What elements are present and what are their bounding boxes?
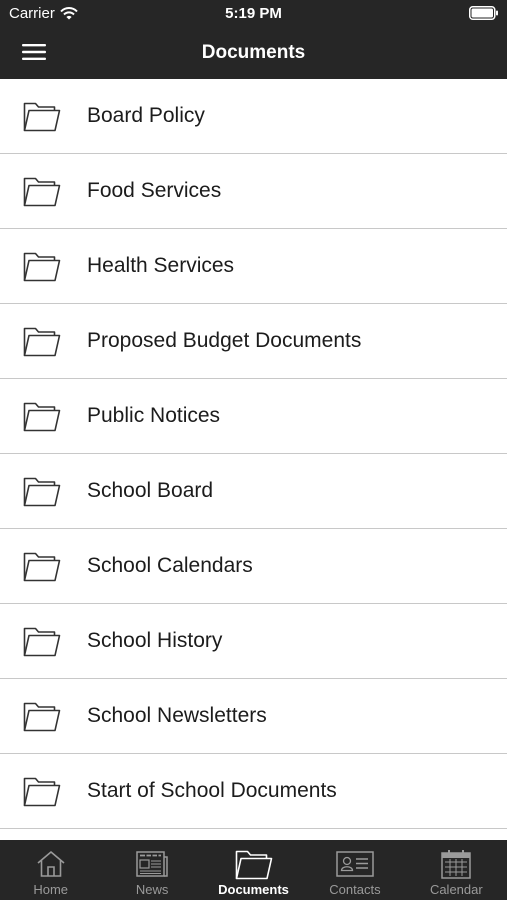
tab-bar: Home News Documents Contacts Calendar	[0, 840, 507, 900]
list-item[interactable]: Health Services	[0, 229, 507, 304]
list-item-label: Start of School Documents	[87, 779, 337, 802]
status-time: 5:19 PM	[225, 5, 282, 22]
list-item-label: School Newsletters	[87, 704, 267, 727]
tab-documents-label: Documents	[218, 882, 289, 897]
tab-calendar[interactable]: Calendar	[406, 840, 507, 900]
folder-icon	[23, 401, 63, 432]
tab-news-label: News	[135, 882, 169, 897]
calendar-icon	[441, 845, 472, 883]
list-item[interactable]: Public Notices	[0, 379, 507, 454]
contact-card-icon	[336, 845, 374, 883]
folder-icon	[23, 326, 63, 357]
list-item[interactable]: School Calendars	[0, 529, 507, 604]
status-bar: Carrier 5:19 PM	[0, 0, 507, 27]
newspaper-icon	[136, 845, 168, 883]
list-item[interactable]: Board Policy	[0, 79, 507, 154]
list-item-label: Board Policy	[87, 104, 205, 127]
folder-icon	[23, 701, 63, 732]
folder-icon	[23, 251, 63, 282]
tab-documents[interactable]: Documents	[203, 840, 304, 900]
list-item[interactable]: Food Services	[0, 154, 507, 229]
list-item-label: Health Services	[87, 254, 235, 277]
header: Carrier 5:19 PM Documents	[0, 0, 507, 79]
folder-icon	[235, 845, 273, 883]
list-item[interactable]: Proposed Budget Documents	[0, 304, 507, 379]
list-item-label: Proposed Budget Documents	[87, 329, 362, 352]
folder-icon	[23, 776, 63, 807]
list-item[interactable]: School History	[0, 604, 507, 679]
tab-home-label: Home	[33, 882, 69, 897]
battery-icon	[469, 6, 499, 20]
list-item-label: Public Notices	[87, 404, 221, 427]
tab-news[interactable]: News	[101, 840, 202, 900]
list-item[interactable]: Start of School Documents	[0, 754, 507, 829]
list-item[interactable]: School Newsletters	[0, 679, 507, 754]
list-item-label: Food Services	[87, 179, 222, 202]
documents-list: Board Policy Food Services Health Servic…	[0, 79, 507, 840]
folder-icon	[23, 476, 63, 507]
folder-icon	[23, 101, 63, 132]
tab-home[interactable]: Home	[0, 840, 101, 900]
folder-icon	[23, 176, 63, 207]
page-title: Documents	[201, 42, 306, 63]
navigation-bar: Documents	[0, 27, 507, 79]
list-item-label: School Board	[87, 479, 214, 502]
tab-contacts[interactable]: Contacts	[304, 840, 405, 900]
list-item-label: School History	[87, 629, 223, 652]
home-icon	[36, 845, 66, 883]
folder-icon	[23, 551, 63, 582]
folder-icon	[23, 626, 63, 657]
tab-calendar-label: Calendar	[429, 882, 483, 897]
tab-contacts-label: Contacts	[329, 882, 381, 897]
list-item[interactable]: School Board	[0, 454, 507, 529]
list-item-label: School Calendars	[87, 554, 253, 577]
